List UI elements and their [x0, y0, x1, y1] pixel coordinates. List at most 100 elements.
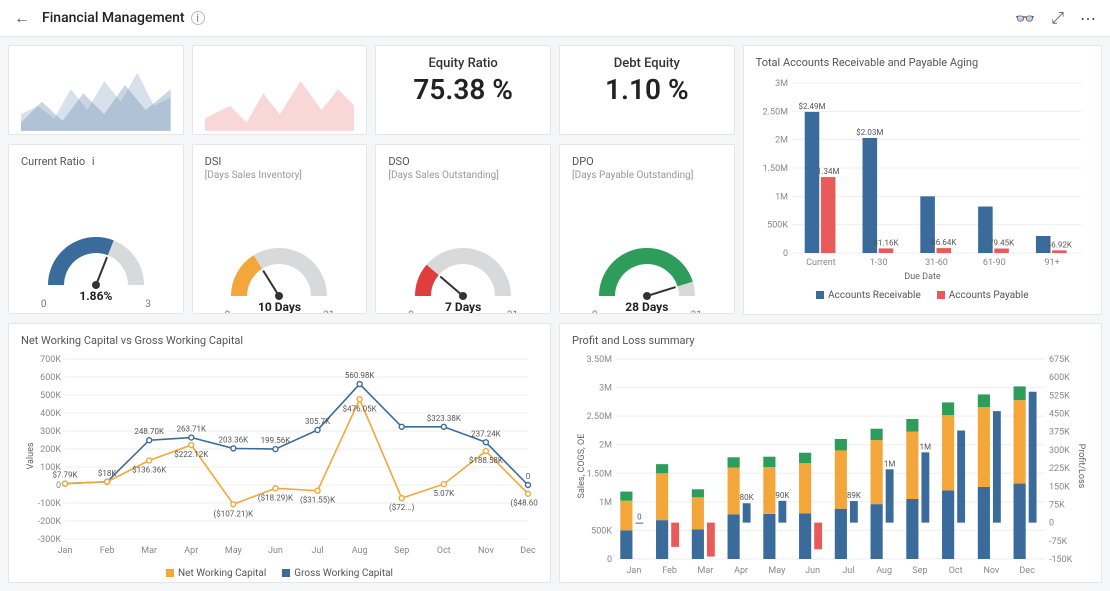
svg-text:560.98K: 560.98K [345, 371, 376, 380]
svg-text:31-60: 31-60 [925, 258, 948, 268]
svg-text:1-30: 1-30 [870, 258, 888, 268]
kpi-ar-label: Total Accounts Receivable [21, 134, 171, 135]
svg-text:305.7K: 305.7K [305, 417, 331, 426]
card-working-capital[interactable]: Net Working Capital vs Gross Working Cap… [8, 323, 551, 583]
svg-text:Aug: Aug [352, 546, 368, 556]
svg-text:$476.05K: $476.05K [343, 404, 378, 413]
kpi-accounts-receivable[interactable]: Total Accounts Receivable $6,621,280 [8, 45, 184, 135]
dso-title: DSO [388, 155, 538, 168]
svg-text:75K: 75K [1049, 500, 1065, 510]
legend-ar: Accounts Receivable [816, 290, 921, 301]
aging-legend: Accounts Receivable Accounts Payable [756, 290, 1089, 301]
svg-text:-300K: -300K [38, 535, 62, 545]
card-current-ratio[interactable]: Current Ratio i 1.86% 03 [8, 144, 184, 314]
glasses-icon[interactable]: 👓 [1015, 9, 1035, 28]
svg-text:Feb: Feb [100, 546, 115, 556]
svg-text:Nov: Nov [478, 546, 494, 556]
profit-loss-chart: 0500K1M1.50M2M2.50M3M3.50M-150K-75K075K1… [572, 351, 1089, 581]
kpi-equity-ratio[interactable]: Equity Ratio 75.38 % [375, 45, 551, 135]
svg-text:Feb: Feb [662, 566, 677, 576]
svg-text:$323.38K: $323.38K [427, 414, 462, 423]
svg-text:200K: 200K [40, 445, 61, 455]
svg-text:3.50M: 3.50M [587, 355, 613, 365]
svg-text:1M: 1M [884, 459, 895, 468]
page-title: Financial Management [42, 10, 185, 26]
wc-title: Net Working Capital vs Gross Working Cap… [21, 334, 538, 347]
svg-text:Oct: Oct [437, 546, 451, 556]
svg-text:($107.21)K: ($107.21)K [214, 509, 255, 518]
svg-text:1.50M: 1.50M [587, 469, 613, 479]
kpi-de-value: 1.10 % [572, 73, 722, 106]
svg-text:-200K: -200K [38, 517, 62, 527]
svg-text:700K: 700K [40, 355, 61, 365]
info-icon[interactable]: i [191, 11, 205, 25]
sparkline-ap [205, 56, 355, 131]
svg-text:500K: 500K [591, 526, 612, 536]
svg-text:($72...): ($72...) [389, 503, 415, 512]
svg-text:$2.03M: $2.03M [856, 128, 883, 137]
svg-text:46.92K: 46.92K [1046, 240, 1072, 249]
svg-text:3M: 3M [775, 79, 788, 89]
svg-text:($48.60)K: ($48.60)K [510, 499, 538, 508]
svg-text:-75K: -75K [1049, 537, 1068, 547]
svg-text:Due Date: Due Date [904, 272, 941, 282]
svg-text:Jan: Jan [58, 546, 73, 556]
svg-text:675K: 675K [1049, 355, 1070, 365]
svg-text:$7.79K: $7.79K [52, 471, 78, 480]
aging-chart: 0500K1M1.50M2M2.50M3MCurrent$2.49M1.34M1… [756, 73, 1089, 283]
pl-title: Profit and Loss summary [572, 334, 1089, 347]
svg-text:Sep: Sep [912, 566, 927, 576]
svg-text:91+: 91+ [1044, 258, 1059, 268]
card-dso[interactable]: DSO [Days Sales Outstanding] 7 Days 031 [375, 144, 551, 314]
svg-text:3M: 3M [599, 384, 612, 394]
svg-text:2.50M: 2.50M [587, 412, 613, 422]
svg-text:($31.55)K: ($31.55)K [300, 496, 336, 505]
dso-sub: [Days Sales Outstanding] [388, 170, 538, 181]
svg-text:May: May [225, 546, 243, 556]
svg-text:263.71K: 263.71K [176, 425, 207, 434]
svg-text:1M: 1M [920, 442, 931, 451]
svg-text:150K: 150K [1049, 482, 1070, 492]
svg-text:$188.58K: $188.58K [469, 456, 504, 465]
svg-text:237.24K: 237.24K [471, 429, 502, 438]
svg-text:Mar: Mar [697, 566, 713, 576]
working-capital-chart: -300K-200K-100K0100K200K300K400K500K600K… [21, 351, 538, 561]
svg-text:($18.29)K: ($18.29)K [258, 493, 294, 502]
info-icon[interactable]: i [92, 155, 95, 168]
svg-text:81.16K: 81.16K [873, 238, 899, 247]
card-aging[interactable]: Total Accounts Receivable and Payable Ag… [743, 45, 1102, 315]
svg-text:80K: 80K [740, 493, 755, 502]
svg-text:Sep: Sep [394, 546, 409, 556]
kpi-eq-value: 75.38 % [388, 73, 538, 106]
svg-text:300K: 300K [40, 427, 61, 437]
svg-text:2.50M: 2.50M [762, 107, 788, 117]
card-profit-loss[interactable]: Profit and Loss summary 0500K1M1.50M2M2.… [559, 323, 1102, 583]
wc-legend: Net Working Capital Gross Working Capita… [21, 568, 538, 579]
svg-text:600K: 600K [1049, 373, 1070, 383]
svg-text:$2.49M: $2.49M [798, 102, 825, 111]
svg-text:89K: 89K [847, 491, 862, 500]
kpi-de-label: Debt Equity [572, 56, 722, 71]
card-dpo[interactable]: DPO [Days Payable Outstanding] 28 Days 0… [559, 144, 735, 314]
svg-text:Sales, COGS, OE: Sales, COGS, OE [577, 434, 587, 499]
svg-text:May: May [768, 566, 786, 576]
svg-text:2M: 2M [775, 136, 788, 146]
svg-text:500K: 500K [767, 221, 788, 231]
kpi-debt-equity[interactable]: Debt Equity 1.10 % [559, 45, 735, 135]
kpi-accounts-payable[interactable]: Total Accounts Payable $1,630,270 [192, 45, 368, 135]
kpi-ap-label: Total Accounts Payable [205, 134, 355, 135]
svg-text:79.45K: 79.45K [989, 238, 1015, 247]
svg-text:500K: 500K [40, 391, 61, 401]
svg-text:$18K: $18K [98, 469, 117, 478]
more-icon[interactable]: ⋯ [1080, 9, 1096, 28]
expand-icon[interactable]: ⤢ [1051, 8, 1064, 28]
svg-text:1M: 1M [599, 498, 612, 508]
svg-text:Nov: Nov [983, 566, 999, 576]
svg-text:525K: 525K [1049, 391, 1070, 401]
back-icon[interactable]: ← [14, 8, 30, 28]
card-dsi[interactable]: DSI [Days Sales Inventory] 10 Days 031 [192, 144, 368, 314]
svg-text:Aug: Aug [876, 566, 892, 576]
svg-text:199.56K: 199.56K [261, 436, 292, 445]
svg-text:375K: 375K [1049, 428, 1070, 438]
dpo-sub: [Days Payable Outstanding] [572, 170, 722, 181]
